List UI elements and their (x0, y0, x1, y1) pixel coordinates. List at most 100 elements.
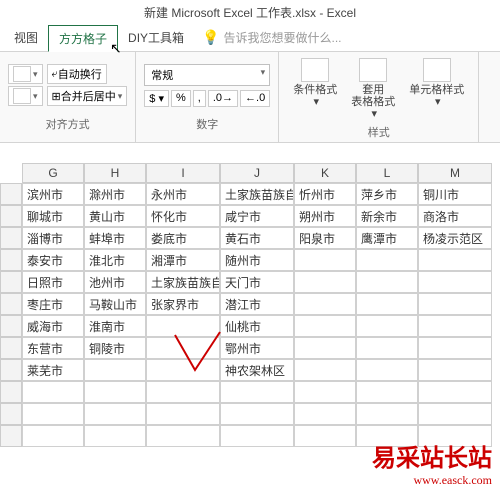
cell[interactable]: 淮南市 (84, 315, 146, 337)
column-header-K[interactable]: K (294, 163, 356, 183)
cell[interactable] (220, 403, 294, 425)
cell[interactable] (356, 315, 418, 337)
cell[interactable]: 黄石市 (220, 227, 294, 249)
cell[interactable]: 蚌埠市 (84, 227, 146, 249)
cell[interactable] (418, 293, 492, 315)
row-header[interactable] (0, 403, 22, 425)
cell-style-button[interactable]: 单元格样式 ▾ (403, 56, 470, 110)
cell[interactable] (294, 359, 356, 381)
cell[interactable]: 铜川市 (418, 183, 492, 205)
cell[interactable] (356, 403, 418, 425)
cell[interactable] (356, 293, 418, 315)
row-header[interactable] (0, 227, 22, 249)
cell[interactable]: 商洛市 (418, 205, 492, 227)
cell[interactable]: 朔州市 (294, 205, 356, 227)
cell[interactable] (146, 337, 220, 359)
decrease-decimal-button[interactable]: ←.0 (240, 90, 270, 107)
cell[interactable]: 仙桃市 (220, 315, 294, 337)
cell[interactable]: 天门市 (220, 271, 294, 293)
percent-button[interactable]: % (171, 90, 191, 107)
cell[interactable]: 随州市 (220, 249, 294, 271)
row-header[interactable] (0, 359, 22, 381)
cell[interactable]: 滨州市 (22, 183, 84, 205)
indent-btn[interactable]: ▾ (8, 86, 43, 106)
cell[interactable] (418, 337, 492, 359)
cell[interactable]: 咸宁市 (220, 205, 294, 227)
cell[interactable] (84, 425, 146, 447)
cell[interactable]: 铜陵市 (84, 337, 146, 359)
cell[interactable] (146, 381, 220, 403)
tab-view[interactable]: 视图 (4, 25, 48, 51)
number-format-dropdown[interactable]: 常规 (144, 64, 270, 86)
cell[interactable]: 湘潭市 (146, 249, 220, 271)
row-header[interactable] (0, 205, 22, 227)
increase-decimal-button[interactable]: .0→ (208, 90, 238, 107)
cell[interactable]: 阳泉市 (294, 227, 356, 249)
cell[interactable] (294, 249, 356, 271)
cell[interactable] (418, 315, 492, 337)
column-header-L[interactable]: L (356, 163, 418, 183)
cell[interactable]: 土家族苗族自 (220, 183, 294, 205)
column-header-H[interactable]: H (84, 163, 146, 183)
merge-center-button[interactable]: ⊞ 合并后居中▾ (47, 86, 128, 106)
wrap-text-button[interactable]: ⤶ 自动换行 (47, 64, 107, 84)
cell[interactable]: 土家族苗族自 (146, 271, 220, 293)
column-header-M[interactable]: M (418, 163, 492, 183)
cell[interactable] (294, 271, 356, 293)
cell[interactable]: 新余市 (356, 205, 418, 227)
conditional-format-button[interactable]: 条件格式 ▾ (287, 56, 343, 110)
row-header[interactable] (0, 183, 22, 205)
row-header[interactable] (0, 271, 22, 293)
row-header[interactable] (0, 425, 22, 447)
cell[interactable]: 杨凌示范区 (418, 227, 492, 249)
cell[interactable]: 聊城市 (22, 205, 84, 227)
cell[interactable] (356, 359, 418, 381)
table-format-button[interactable]: 套用表格格式 ▾ (345, 56, 401, 122)
cell[interactable] (146, 315, 220, 337)
cell[interactable]: 神农架林区 (220, 359, 294, 381)
cell[interactable]: 淄博市 (22, 227, 84, 249)
cell[interactable] (22, 403, 84, 425)
cell[interactable] (146, 403, 220, 425)
cell[interactable]: 东营市 (22, 337, 84, 359)
cell[interactable]: 日照市 (22, 271, 84, 293)
cell[interactable] (418, 271, 492, 293)
cell[interactable] (22, 381, 84, 403)
row-header[interactable] (0, 337, 22, 359)
cell[interactable] (356, 381, 418, 403)
cell[interactable] (418, 381, 492, 403)
cell[interactable] (146, 425, 220, 447)
cell[interactable] (418, 359, 492, 381)
cell[interactable]: 永州市 (146, 183, 220, 205)
column-header-I[interactable]: I (146, 163, 220, 183)
cell[interactable] (418, 403, 492, 425)
cell[interactable] (294, 381, 356, 403)
cell[interactable] (294, 403, 356, 425)
cell[interactable] (294, 315, 356, 337)
cell[interactable] (84, 403, 146, 425)
column-header-J[interactable]: J (220, 163, 294, 183)
cell[interactable] (294, 293, 356, 315)
row-header[interactable] (0, 293, 22, 315)
row-header[interactable] (0, 249, 22, 271)
cell[interactable]: 莱芜市 (22, 359, 84, 381)
cell[interactable] (22, 425, 84, 447)
align-btn[interactable]: ▾ (8, 64, 43, 84)
cell[interactable] (294, 425, 356, 447)
cell[interactable]: 滁州市 (84, 183, 146, 205)
cell[interactable] (294, 337, 356, 359)
tab-diy[interactable]: DIY工具箱 (118, 25, 194, 51)
row-header[interactable] (0, 315, 22, 337)
cell[interactable] (356, 271, 418, 293)
comma-button[interactable]: , (193, 90, 206, 107)
tell-me[interactable]: 💡告诉我您想要做什么... (194, 25, 349, 51)
cell[interactable]: 鹰潭市 (356, 227, 418, 249)
cell[interactable]: 威海市 (22, 315, 84, 337)
column-header-G[interactable]: G (22, 163, 84, 183)
cell[interactable]: 淮北市 (84, 249, 146, 271)
cell[interactable]: 泰安市 (22, 249, 84, 271)
cell[interactable]: 黄山市 (84, 205, 146, 227)
cell[interactable]: 马鞍山市 (84, 293, 146, 315)
row-header[interactable] (0, 381, 22, 403)
cell[interactable] (84, 359, 146, 381)
